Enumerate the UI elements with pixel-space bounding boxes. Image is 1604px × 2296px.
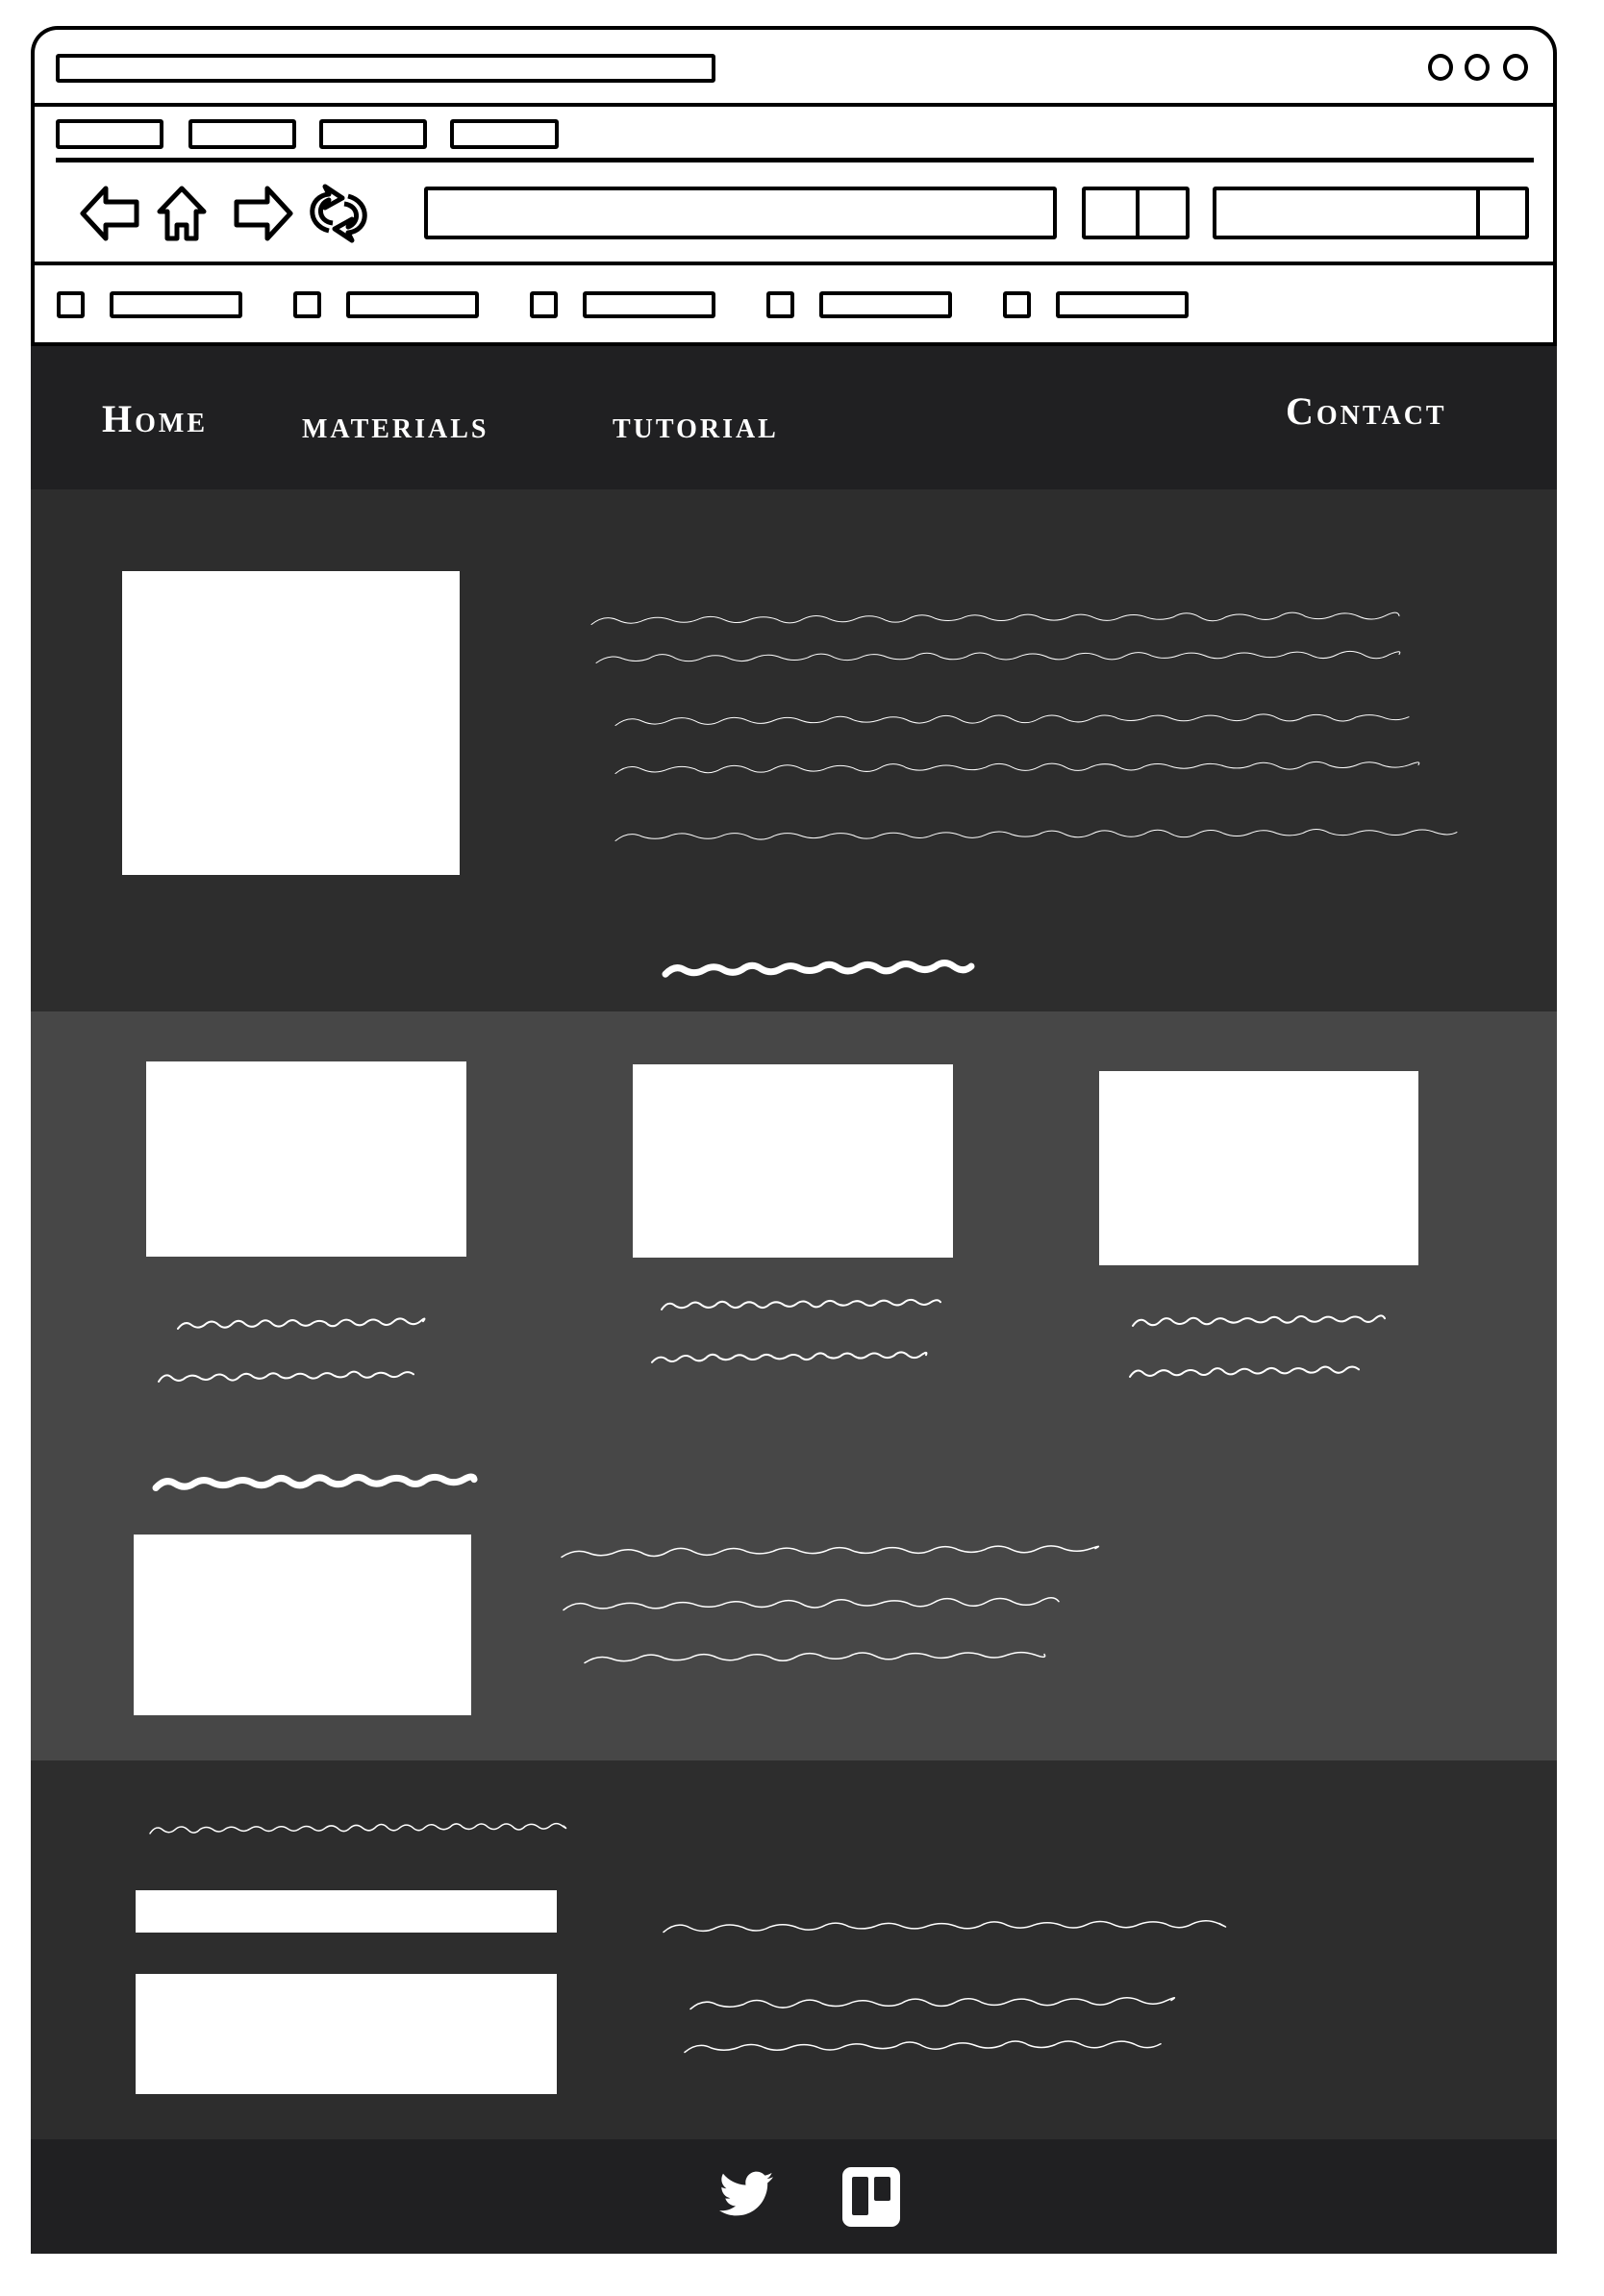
tutorial-text-line [563, 1597, 1060, 1611]
browser-tab[interactable] [319, 119, 427, 149]
squiggle-stroke [684, 2040, 1162, 2054]
search-box[interactable] [1213, 187, 1529, 239]
tutorial-text-line [561, 1545, 1100, 1559]
squiggle-stroke [584, 1651, 1046, 1664]
divider [1136, 190, 1140, 236]
nav-tutorial[interactable]: tutorial [613, 402, 779, 447]
nav-materials[interactable]: materials [302, 402, 489, 447]
bookmark-icon[interactable] [766, 291, 794, 318]
bookmark-icon[interactable] [1003, 291, 1031, 318]
window-control-2[interactable] [1465, 54, 1490, 81]
tutorial-text-line [584, 1651, 1046, 1664]
squiggle-stroke [1132, 1314, 1386, 1327]
bookmark-item[interactable] [819, 291, 952, 318]
toolbar-icons [80, 184, 367, 243]
contact-input-field[interactable] [136, 1890, 557, 1933]
card-text-line [661, 1298, 941, 1310]
contact-text-line [689, 1996, 1176, 2010]
divider [31, 103, 1557, 107]
bookmark-icon[interactable] [530, 291, 558, 318]
squiggle-stroke [158, 1370, 414, 1383]
squiggle-stroke [662, 960, 975, 978]
card-text-line [177, 1317, 426, 1330]
refresh-icon[interactable] [310, 184, 367, 243]
contact-text-line [663, 1919, 1227, 1934]
browser-tab[interactable] [450, 119, 559, 149]
squiggle-stroke [152, 1473, 478, 1491]
browser-tab[interactable] [188, 119, 296, 149]
search-button[interactable] [1476, 190, 1480, 236]
address-bar[interactable] [424, 187, 1057, 239]
squiggle-stroke [663, 1919, 1227, 1934]
hero-button-squiggle[interactable] [662, 957, 975, 984]
nav-contact[interactable]: Contact [1286, 388, 1447, 434]
squiggle-stroke [590, 611, 1400, 625]
squiggle-stroke [689, 1996, 1176, 2010]
card-text-line [1129, 1365, 1360, 1378]
nav-home[interactable]: Home [102, 396, 208, 441]
squiggle-stroke [614, 761, 1420, 774]
section-heading-squiggle [152, 1473, 478, 1491]
card-text-line [158, 1370, 414, 1383]
contact-message-textarea[interactable] [136, 1974, 557, 2094]
bookmark-item[interactable] [110, 291, 242, 318]
tutorial-image-placeholder[interactable] [134, 1535, 471, 1715]
footer [31, 2139, 1557, 2254]
hero-text-line [595, 650, 1401, 663]
squiggle-stroke [563, 1597, 1060, 1611]
card-text-line [651, 1351, 928, 1363]
squiggle-stroke [1129, 1365, 1360, 1378]
browser-tab[interactable] [56, 119, 163, 149]
bookmark-icon[interactable] [293, 291, 321, 318]
hero-text-line [614, 713, 1410, 726]
bookmark-item[interactable] [1056, 291, 1189, 318]
toolbar-divider [31, 262, 1557, 265]
back-arrow-icon[interactable] [80, 186, 139, 241]
window-control-3[interactable] [1503, 54, 1528, 81]
nav-bar: Home materials tutorial Contact [31, 346, 1557, 489]
trello-icon[interactable] [842, 2167, 900, 2227]
toolbar-button-group[interactable] [1082, 187, 1190, 239]
card-image-placeholder[interactable] [1099, 1071, 1418, 1265]
contact-heading-line [149, 1822, 567, 1834]
bookmark-icon[interactable] [57, 291, 85, 318]
window-title-bar [56, 54, 715, 83]
twitter-icon[interactable] [719, 2171, 773, 2217]
squiggle-stroke [661, 1298, 941, 1310]
tab-strip-divider [56, 158, 1534, 162]
hero-text-line [614, 828, 1458, 841]
card-text-line [1132, 1314, 1386, 1327]
bookmark-item[interactable] [583, 291, 715, 318]
bookmark-item[interactable] [346, 291, 479, 318]
squiggle-stroke [614, 713, 1410, 726]
forward-arrow-icon[interactable] [234, 186, 293, 241]
contact-text-line [684, 2040, 1162, 2054]
squiggle-stroke [651, 1351, 928, 1363]
squiggle-stroke [149, 1822, 567, 1834]
hero-image-placeholder [122, 571, 460, 875]
squiggle-stroke [614, 828, 1458, 841]
hero-text-line [590, 611, 1400, 625]
squiggle-stroke [177, 1317, 426, 1330]
card-image-placeholder[interactable] [633, 1064, 953, 1258]
card-image-placeholder[interactable] [146, 1061, 466, 1257]
window-control-1[interactable] [1428, 54, 1453, 81]
squiggle-stroke [561, 1545, 1100, 1559]
hero-text-line [614, 761, 1420, 774]
home-icon[interactable] [157, 186, 207, 241]
squiggle-stroke [595, 650, 1401, 663]
